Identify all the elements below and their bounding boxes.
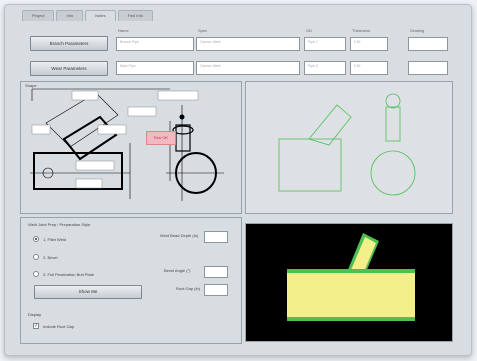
prep-style-group-label: Weld Joint Prep / Preparation Style [28, 222, 91, 227]
main-thickness-field[interactable]: 0.51 [350, 61, 388, 75]
column-header-name: Name [118, 28, 129, 33]
render-drawing [287, 233, 415, 321]
include-root-gap-checkbox[interactable]: ✓ [33, 323, 39, 329]
run-ok-tag: Run OK [146, 131, 176, 145]
fillet-weld-label: 1. Fillet Weld [43, 237, 67, 242]
branch-name-field[interactable]: Branch Pipe [116, 37, 194, 51]
column-header-thickness: Thickness [352, 28, 371, 33]
include-root-gap-label: Include Root Gap [43, 324, 75, 329]
depth-label: Weld Bead Depth (in) [160, 233, 199, 238]
column-header-od: OD [306, 28, 312, 33]
main-name-field[interactable]: Main Pipe [116, 61, 194, 75]
branch-parameters-button[interactable]: Branch Parameters [30, 36, 108, 51]
show-me-button[interactable]: Show Me [34, 285, 142, 299]
gap-input[interactable] [204, 284, 228, 296]
bevel-radio[interactable] [33, 254, 39, 260]
fillet-weld-radio[interactable] [33, 236, 39, 242]
full-penetration-radio[interactable] [33, 271, 39, 277]
angle-input[interactable] [204, 266, 228, 278]
tab-notes[interactable]: Notes [85, 10, 116, 21]
depth-input[interactable] [204, 231, 228, 243]
gap-label: Root Gap (in) [176, 286, 201, 291]
branch-od-field[interactable]: Pipe 1 [304, 37, 346, 51]
column-header-grading: Grading [410, 28, 425, 33]
tab-project[interactable]: Project [22, 10, 55, 21]
wear-parameters-button[interactable]: Wear Parameters [30, 61, 108, 76]
display-section-label: Display [28, 312, 42, 317]
bevel-label: 2. Bevel [43, 255, 58, 260]
branch-thickness-field[interactable]: 0.51 [350, 37, 388, 51]
technical-drawing [30, 88, 224, 201]
angle-label: Bevel Angle (°) [164, 268, 191, 273]
tab-fwd-info[interactable]: Fwd Info [117, 10, 153, 21]
column-header-spec: Spec [198, 28, 208, 33]
branch-spec-field[interactable]: Carbon Steel [196, 37, 300, 51]
main-grading-field[interactable] [408, 61, 448, 75]
tab-bar: Project Info Notes Fwd Info [22, 10, 155, 21]
branch-grading-field[interactable] [408, 37, 448, 51]
full-penetration-label: 3. Full Penetration Butt Plate [43, 272, 94, 277]
wireframe-drawing [278, 93, 416, 196]
main-od-field[interactable]: Pipe 2 [304, 61, 346, 75]
tab-info[interactable]: Info [56, 10, 84, 21]
main-spec-field[interactable]: Carbon Steel [196, 61, 300, 75]
